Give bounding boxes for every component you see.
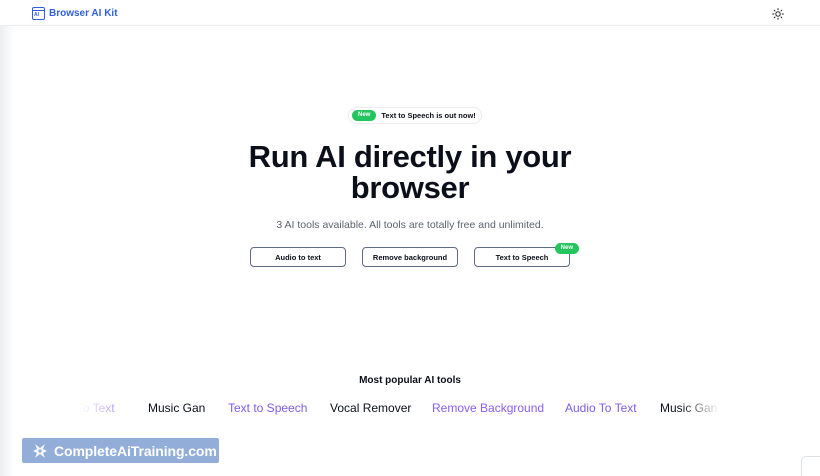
new-badge: New [554,243,579,254]
marquee-item-text-to-speech[interactable]: Text to Speech [228,401,307,415]
watermark-banner: CompleteAiTraining.com [22,438,219,463]
new-badge: New [352,110,377,121]
button-label: Audio to text [275,252,321,262]
popular-tools-marquee: Audio To Text Music Gan Text to Speech V… [80,400,720,418]
popular-tools-title: Most popular AI tools [359,375,461,386]
announcement-text: Text to Speech is out now! [381,111,476,120]
marquee-item-vocal-remover[interactable]: Vocal Remover [330,401,411,415]
marquee-item-audio-to-text[interactable]: Audio To Text [565,401,637,415]
audio-to-text-button[interactable]: Audio to text [250,247,346,267]
marquee-item-music-gan[interactable]: Music Gan [148,401,205,415]
button-label: Remove background [372,252,448,262]
corner-widget[interactable] [801,456,820,476]
brand-name: Browser AI Kit [49,7,118,19]
hero-title: Run AI directly in your browser [248,139,572,205]
marquee-item-music-gan[interactable]: Music Gan [660,401,717,415]
text-to-speech-button[interactable]: Text to Speech New [474,243,579,267]
left-edge-shade [0,0,14,476]
brand-logo-icon: AI [32,6,45,20]
button-label: Text to Speech [495,252,549,262]
remove-background-button[interactable]: Remove background [362,247,458,267]
top-header: AI Browser AI Kit [0,0,820,26]
watermark-text: CompleteAiTraining.com [54,442,217,459]
marquee-item-audio-to-text[interactable]: Audio To Text [80,401,115,415]
theme-toggle-button[interactable] [772,7,784,20]
marquee-item-remove-background[interactable]: Remove Background [432,401,544,415]
brand-link[interactable]: AI Browser AI Kit [32,6,118,20]
sparkle-logo-icon [33,443,47,458]
sun-icon [772,8,784,20]
hero-subtitle: 3 AI tools available. All tools are tota… [276,219,544,231]
announcement-pill[interactable]: New Text to Speech is out now! [348,107,482,124]
